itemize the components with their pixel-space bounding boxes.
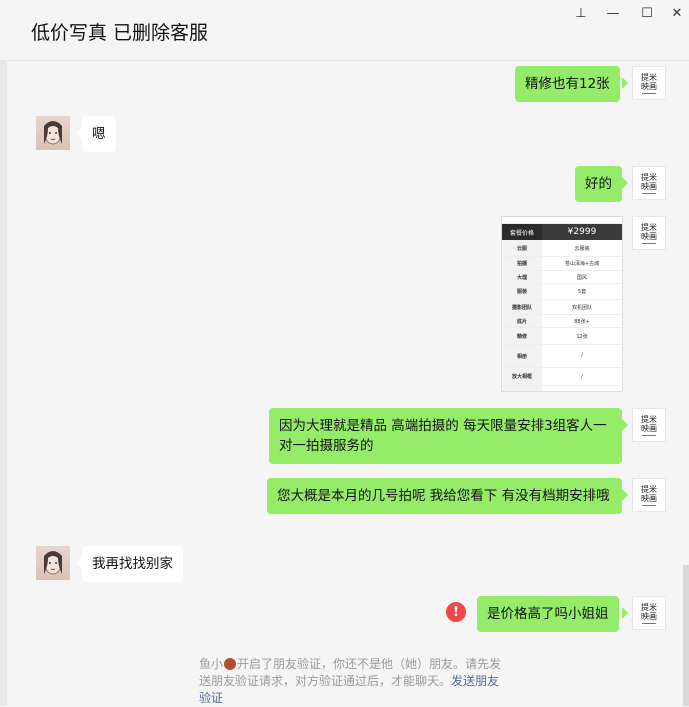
price-row-key: 摄影团队 xyxy=(502,300,542,314)
self-avatar[interactable]: 提米 映画 xyxy=(632,596,666,630)
price-row-key: 底片 xyxy=(502,315,542,327)
price-row-value: / xyxy=(581,353,583,359)
message-bubble[interactable]: 嗯 xyxy=(82,116,116,152)
message-bubble[interactable]: 是价格高了吗小姐姐 xyxy=(477,596,619,632)
price-row-value: 国风 xyxy=(576,274,587,281)
price-row: 云服 云服装 xyxy=(502,240,622,257)
contact-avatar[interactable] xyxy=(36,116,70,150)
contact-avatar-image xyxy=(44,121,62,145)
price-row: 底片 88张+ xyxy=(502,315,622,328)
emoji-icon xyxy=(224,658,237,670)
price-row-key: 拍摄 xyxy=(502,257,542,270)
sidebar-edge xyxy=(0,0,7,706)
system-notice: 鱼小 开启了朋友验证，你还不是他（她）朋友。请先发送朋友验证请求，对方验证通过后，… xyxy=(199,657,502,705)
pin-icon: ⊥ xyxy=(575,5,587,21)
chat-title: 低价写真 已删除客服 xyxy=(31,22,209,44)
price-row-key: 精修 xyxy=(502,328,542,344)
self-avatar[interactable]: 提米 映画 xyxy=(632,478,666,512)
price-row-value: 云服装 xyxy=(574,245,590,252)
message-bubble[interactable]: 好的 xyxy=(575,166,622,202)
price-row-key: 服装 xyxy=(502,284,542,299)
price-table: 云服 云服装拍摄 苍山洱海+古城大理 国风服装 5套摄影团队 双机团队底片 88张+ 精修 12… xyxy=(502,240,622,391)
price-row: 拍摄 苍山洱海+古城 xyxy=(502,257,622,271)
contact-avatar[interactable] xyxy=(36,546,70,580)
close-button[interactable]: ✕ xyxy=(666,4,688,22)
price-row-value: 5套 xyxy=(577,289,587,295)
pin-button[interactable]: ⊥ xyxy=(570,4,592,22)
minimize-button[interactable]: — xyxy=(602,4,624,22)
price-row-value: 苍山洱海+古城 xyxy=(564,261,600,267)
price-row-key: 相册 xyxy=(502,345,542,367)
price-row-value: 88张+ xyxy=(574,318,590,325)
self-avatar[interactable]: 提米 映画 xyxy=(632,66,666,100)
message-bubble[interactable]: 您大概是本月的几号拍呢 我给您看下 有没有档期安排哦 xyxy=(267,478,622,514)
minimize-icon: — xyxy=(606,5,620,21)
price-row-value: / xyxy=(581,373,583,380)
send-failed-icon[interactable]: ! xyxy=(446,602,466,622)
price-row: 相册 / xyxy=(502,345,622,368)
scrollbar[interactable] xyxy=(683,565,689,706)
contact-avatar-image xyxy=(44,551,62,575)
price-row-key: 大理 xyxy=(502,271,542,283)
price-row: 摆台/ xyxy=(502,386,622,391)
message-bubble[interactable]: 我再找找别家 xyxy=(82,546,183,582)
message-bubble[interactable]: 因为大理就是精品 高端拍摄的 每天限量安排3组客人一对一拍摄服务的 xyxy=(269,408,622,464)
price-row: 服装 5套 xyxy=(502,284,622,300)
close-icon: ✕ xyxy=(671,5,683,21)
price-image-message[interactable]: 套餐价格 ¥2999 云服 云服装拍摄 苍山洱海+古城大理 国风服装 5套摄影团队 双机团… xyxy=(501,216,623,392)
self-avatar[interactable]: 提米 映画 xyxy=(632,216,666,250)
price-row: 精修 12张 xyxy=(502,328,622,345)
price-row-value: 双机团队 xyxy=(571,304,592,311)
message-bubble[interactable]: 精修也有12张 xyxy=(515,66,620,102)
price-row: 摄影团队 双机团队 xyxy=(502,300,622,315)
price-row-key: 摆台 xyxy=(502,386,542,391)
price-row-key: 放大相框 xyxy=(502,368,542,385)
self-avatar[interactable]: 提米 映画 xyxy=(632,166,666,200)
price-header: 套餐价格 ¥2999 xyxy=(502,224,622,240)
price-row: 大理 国风 xyxy=(502,271,622,284)
self-avatar[interactable]: 提米 映画 xyxy=(632,408,666,442)
price-row: 放大相框 / xyxy=(502,368,622,386)
maximize-icon: ☐ xyxy=(641,5,653,21)
price-row-value: / xyxy=(542,386,622,391)
price-row-value: 12张 xyxy=(576,333,588,340)
chat-header: 低价写真 已删除客服 ⊥ — ☐ ✕ xyxy=(0,0,689,61)
maximize-button[interactable]: ☐ xyxy=(636,4,658,22)
price-row-key: 云服 xyxy=(502,240,542,256)
